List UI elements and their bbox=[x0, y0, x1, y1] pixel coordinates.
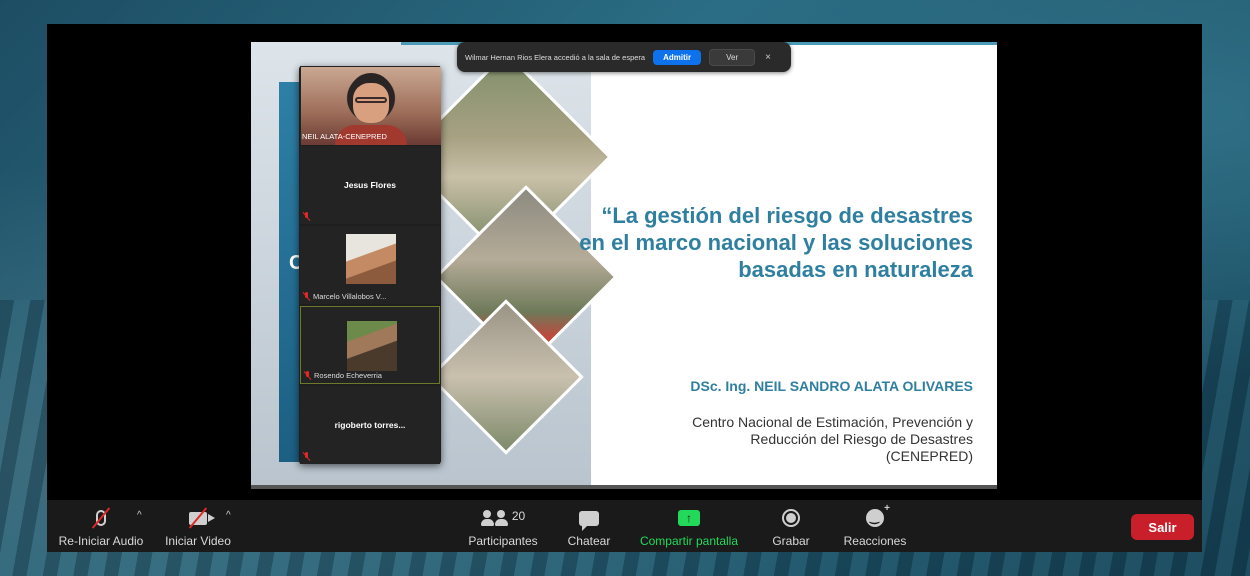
chat-bubble-shape bbox=[579, 510, 599, 531]
shared-screen-area: C “La gestión del riesgo de desastres en… bbox=[47, 24, 1202, 500]
person-shape bbox=[494, 510, 508, 526]
mic-muted-icon bbox=[303, 292, 310, 301]
slide-title: “La gestión del riesgo de desastres en e… bbox=[579, 203, 973, 282]
record-circle bbox=[782, 509, 800, 527]
view-button[interactable]: Ver bbox=[709, 48, 756, 66]
record-button[interactable]: Grabar bbox=[761, 500, 821, 552]
participants-button-label: Participantes bbox=[468, 534, 538, 548]
plus-icon: + bbox=[884, 503, 890, 514]
audio-button[interactable]: Re-Iniciar Audio bbox=[55, 500, 147, 552]
participant-tile[interactable]: rigoberto torres... bbox=[300, 386, 440, 464]
video-button-label: Iniciar Video bbox=[165, 534, 231, 548]
slide-institution-line: Reducción del Riesgo de Desastres bbox=[750, 431, 973, 447]
share-arrow: ↑ bbox=[678, 510, 700, 526]
video-button[interactable]: Iniciar Video bbox=[157, 500, 239, 552]
share-screen-icon: ↑ bbox=[678, 507, 700, 529]
participant-video-panel: NEIL ALATA-CENEPRED Jesus Flores Marcelo… bbox=[299, 66, 441, 464]
participant-thumbnail bbox=[346, 234, 396, 284]
slide-bottom-line bbox=[251, 485, 997, 489]
participant-status: Rosendo Echeverria bbox=[304, 371, 382, 380]
camera-off-icon bbox=[188, 507, 215, 529]
participant-name: rigoberto torres... bbox=[334, 420, 406, 430]
meeting-toolbar: Re-Iniciar Audio ^ Iniciar Video ^ 20 Pa… bbox=[47, 500, 1202, 552]
participants-button[interactable]: 20 Participantes bbox=[461, 500, 545, 552]
person-shape bbox=[480, 510, 494, 526]
slide-author: DSc. Ing. NEIL SANDRO ALATA OLIVARES bbox=[690, 378, 973, 394]
admit-button[interactable]: Admitir bbox=[653, 49, 702, 65]
close-icon[interactable]: × bbox=[765, 52, 771, 63]
share-screen-button-label: Compartir pantalla bbox=[639, 534, 739, 548]
mic-muted-icon bbox=[303, 452, 310, 461]
participant-tile[interactable]: Jesus Flores bbox=[300, 146, 440, 224]
reactions-button-label: Reacciones bbox=[843, 534, 907, 548]
chat-button[interactable]: Chatear bbox=[559, 500, 619, 552]
notification-text: Wilmar Hernan Rios Elera accedió a la sa… bbox=[465, 52, 646, 62]
participant-name: NEIL ALATA-CENEPRED bbox=[302, 132, 387, 141]
share-screen-button[interactable]: ↑ Compartir pantalla bbox=[633, 500, 745, 552]
video-figure-glasses bbox=[355, 97, 387, 103]
participants-count: 20 bbox=[511, 509, 526, 523]
record-icon bbox=[782, 507, 800, 529]
participant-status bbox=[303, 452, 310, 461]
reactions-icon: + bbox=[866, 503, 890, 529]
waiting-room-notification: Wilmar Hernan Rios Elera accedió a la sa… bbox=[457, 42, 791, 72]
chat-button-label: Chatear bbox=[567, 534, 611, 548]
participant-tile[interactable]: Marcelo Villalobos V... bbox=[300, 226, 440, 304]
leave-button[interactable]: Salir bbox=[1131, 514, 1194, 540]
video-figure-face bbox=[353, 83, 389, 123]
participant-name: Marcelo Villalobos V... bbox=[313, 292, 387, 301]
participants-icon bbox=[480, 510, 508, 526]
chat-icon bbox=[579, 507, 599, 531]
reactions-button[interactable]: + Reacciones bbox=[837, 500, 913, 552]
microphone-muted-icon bbox=[91, 507, 111, 529]
slide-institution-line: Centro Nacional de Estimación, Prevenció… bbox=[692, 414, 973, 430]
participant-name: Jesus Flores bbox=[344, 180, 396, 190]
participants-icon-group: 20 bbox=[480, 507, 526, 529]
participant-tile-active[interactable]: Rosendo Echeverria bbox=[300, 306, 440, 384]
participant-thumbnail bbox=[347, 321, 397, 371]
audio-button-label: Re-Iniciar Audio bbox=[58, 534, 144, 548]
zoom-meeting-window: C “La gestión del riesgo de desastres en… bbox=[47, 24, 1202, 552]
participant-tile[interactable]: NEIL ALATA-CENEPRED bbox=[300, 66, 441, 145]
mic-muted-icon bbox=[303, 212, 310, 221]
slide-institution-line: (CENEPRED) bbox=[885, 448, 973, 464]
participant-name: Rosendo Echeverria bbox=[314, 371, 382, 380]
audio-options-chevron-icon[interactable]: ^ bbox=[137, 510, 142, 521]
participant-status: Marcelo Villalobos V... bbox=[303, 292, 386, 301]
video-options-chevron-icon[interactable]: ^ bbox=[226, 510, 231, 521]
record-button-label: Grabar bbox=[772, 534, 810, 548]
participant-status bbox=[303, 212, 310, 221]
mic-muted-icon bbox=[304, 371, 311, 380]
smiley-shape bbox=[866, 509, 884, 527]
slide-institution: Centro Nacional de Estimación, Prevenció… bbox=[643, 414, 973, 465]
